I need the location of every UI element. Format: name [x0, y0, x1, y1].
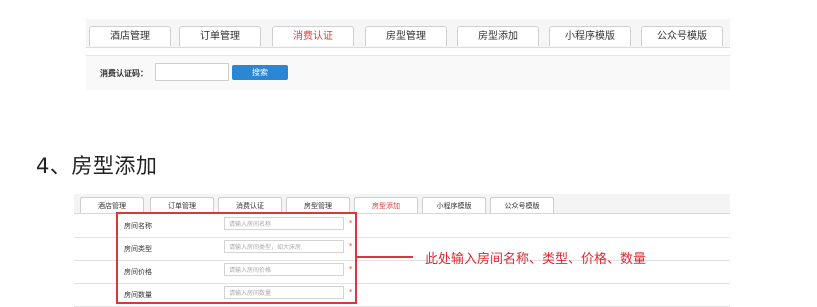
tab-consumption-auth[interactable]: 消费认证 — [218, 197, 282, 213]
tab-mini-program-template[interactable]: 小程序模版 — [549, 26, 631, 46]
bottom-tab-bar: 酒店管理 订单管理 消费认证 房型管理 房型添加 小程序模版 公众号模版 — [74, 194, 730, 214]
tab-room-type-add[interactable]: 房型添加 — [354, 197, 418, 213]
auth-code-form: 消费认证码： 搜索 — [86, 55, 730, 90]
annotation-text: 此处输入房间名称、类型、价格、数量 — [425, 252, 647, 267]
callout-line — [357, 256, 413, 258]
tab-hotel-management[interactable]: 酒店管理 — [89, 26, 171, 46]
tab-room-type-management[interactable]: 房型管理 — [286, 197, 350, 213]
tab-room-type-management[interactable]: 房型管理 — [365, 26, 447, 46]
search-button[interactable]: 搜索 — [232, 65, 288, 80]
tab-official-account-template[interactable]: 公众号模版 — [490, 197, 554, 213]
section-heading: 4、房型添加 — [36, 154, 158, 178]
highlight-box — [116, 212, 357, 304]
tab-official-account-template[interactable]: 公众号模版 — [641, 26, 723, 46]
auth-code-label: 消费认证码： — [100, 69, 148, 78]
tab-consumption-auth[interactable]: 消费认证 — [272, 26, 354, 46]
tab-order-management[interactable]: 订单管理 — [179, 26, 261, 46]
consumption-auth-screenshot: 酒店管理 订单管理 消费认证 房型管理 房型添加 小程序模版 公众号模版 消费认… — [86, 19, 730, 90]
tab-hotel-management[interactable]: 酒店管理 — [80, 197, 144, 213]
tab-room-type-add[interactable]: 房型添加 — [457, 26, 539, 46]
auth-code-input[interactable] — [155, 63, 229, 81]
top-tab-bar: 酒店管理 订单管理 消费认证 房型管理 房型添加 小程序模版 公众号模版 — [86, 19, 730, 48]
tab-mini-program-template[interactable]: 小程序模版 — [422, 197, 486, 213]
tab-order-management[interactable]: 订单管理 — [150, 197, 214, 213]
